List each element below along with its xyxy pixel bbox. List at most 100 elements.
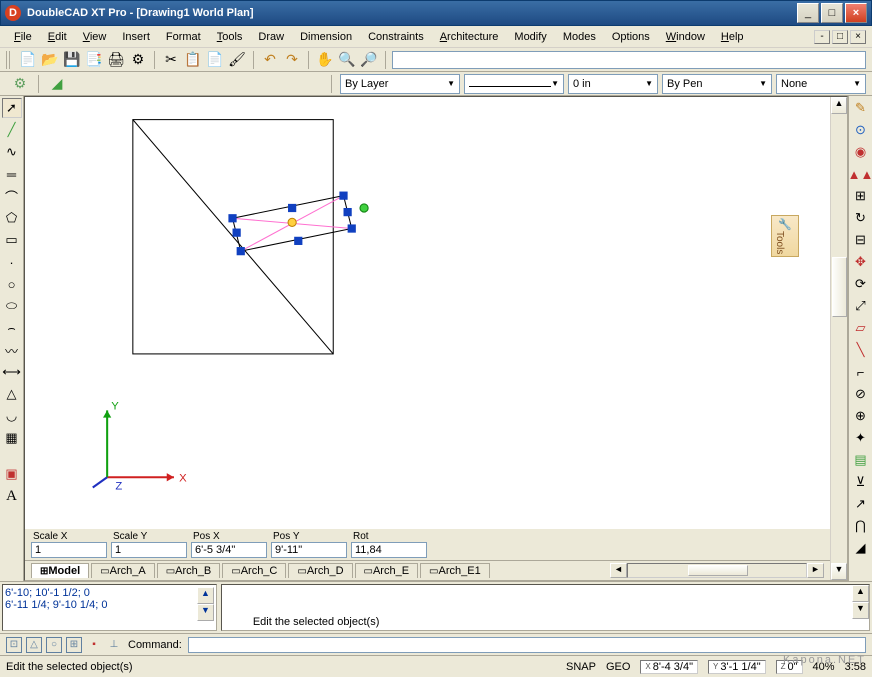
select-tool-icon[interactable]: ➚ (2, 98, 22, 118)
tab-arch-c[interactable]: ▭ Arch_C (222, 563, 286, 578)
snap-intersect-icon[interactable]: ▪ (86, 637, 102, 653)
menu-modes[interactable]: Modes (555, 29, 604, 45)
scroll-left-button[interactable]: ◄ (610, 563, 627, 578)
undo-icon[interactable]: ↶ (260, 50, 280, 70)
stretch-icon[interactable]: ▱ (851, 318, 871, 338)
edit-tool-icon[interactable]: ✎ (851, 98, 871, 118)
command-output[interactable]: ▲▼ Edit the selected object(s) or specif… (221, 584, 870, 631)
scroll-thumb[interactable] (688, 565, 748, 576)
doubleline-tool-icon[interactable]: ═ (2, 164, 22, 184)
menu-modify[interactable]: Modify (506, 29, 554, 45)
linetype-combo[interactable]: ▼ (464, 74, 564, 94)
fillet-tool-icon[interactable]: ◡ (2, 406, 22, 426)
vertical-scrollbar[interactable]: ▲ ▼ (830, 97, 847, 580)
dimension-tool-icon[interactable]: ⟷ (2, 362, 22, 382)
split-icon[interactable]: ⊘ (851, 384, 871, 404)
close-button[interactable]: × (845, 3, 867, 23)
layer-combo[interactable]: By Layer▼ (340, 74, 460, 94)
horizontal-scrollbar[interactable]: ◄ ► (610, 563, 824, 578)
copy-icon[interactable]: 📑 (84, 50, 104, 70)
menu-format[interactable]: Format (158, 29, 209, 45)
polygon-tool-icon[interactable]: ⬠ (2, 208, 22, 228)
redo-icon[interactable]: ↷ (282, 50, 302, 70)
break-icon[interactable]: ⊻ (851, 472, 871, 492)
chamfer-icon[interactable]: ⌐ (851, 362, 871, 382)
snap-center-icon[interactable]: ○ (46, 637, 62, 653)
scroll-right-button[interactable]: ► (807, 563, 824, 578)
align-icon[interactable]: ⊟ (851, 230, 871, 250)
command-input[interactable] (188, 637, 866, 653)
penstyle-combo[interactable]: By Pen▼ (662, 74, 772, 94)
extend-icon[interactable]: ↗ (851, 494, 871, 514)
rotate-icon[interactable]: ⟳ (851, 274, 871, 294)
paste-icon[interactable]: 📄 (205, 50, 225, 70)
node-edit-icon[interactable]: ⊙ (851, 120, 871, 140)
offset-icon[interactable]: ◉ (851, 142, 871, 162)
layers-icon[interactable]: ▤ (851, 450, 871, 470)
intersect-icon[interactable]: ⋂ (851, 516, 871, 536)
zoom-extents-icon[interactable]: 🔎 (359, 50, 379, 70)
mdi-restore-button[interactable]: □ (832, 30, 848, 44)
fill-combo[interactable]: None▼ (776, 74, 866, 94)
hatch-tool-icon[interactable]: ▦ (2, 428, 22, 448)
save-icon[interactable]: 💾 (62, 50, 82, 70)
history-scroll-down[interactable]: ▼ (197, 604, 214, 621)
arc-tool-icon[interactable]: ⌢ (2, 318, 22, 338)
snap-perp-icon[interactable]: ⊥ (106, 637, 122, 653)
minimize-button[interactable]: _ (797, 3, 819, 23)
move-icon[interactable]: ✥ (851, 252, 871, 272)
point-tool-icon[interactable]: · (2, 252, 22, 272)
menu-tools[interactable]: Tools (209, 29, 251, 45)
mdi-close-button[interactable]: × (850, 30, 866, 44)
menu-options[interactable]: Options (604, 29, 658, 45)
scalex-input[interactable] (31, 542, 107, 558)
settings-icon[interactable]: ⚙ (10, 74, 30, 94)
snap-toggle[interactable]: SNAP (566, 661, 596, 673)
scale-icon[interactable]: ⤢ (851, 296, 871, 316)
spline-tool-icon[interactable]: 〰 (2, 340, 22, 360)
trim-icon[interactable]: ╲ (851, 340, 871, 360)
mirror-icon[interactable]: ▲▲ (851, 164, 871, 184)
menu-view[interactable]: View (75, 29, 115, 45)
lineweight-combo[interactable]: 0 in▼ (568, 74, 658, 94)
palette-handle-icon[interactable]: 🔧 (774, 218, 796, 231)
history-list[interactable]: ▲▼ 6'-10; 10'-1 1/2; 0 6'-11 1/4; 9'-10 … (2, 584, 217, 631)
explode-icon[interactable]: ✦ (851, 428, 871, 448)
layer-icon[interactable]: ◢ (47, 74, 67, 94)
zoom-window-icon[interactable]: 🔍 (337, 50, 357, 70)
menu-edit[interactable]: Edit (40, 29, 75, 45)
menu-dimension[interactable]: Dimension (292, 29, 360, 45)
circle-tool-icon[interactable]: ○ (2, 274, 22, 294)
new-icon[interactable]: 📄 (18, 50, 38, 70)
tab-arch-a[interactable]: ▭ Arch_A (91, 563, 155, 578)
scroll-thumb[interactable] (832, 257, 847, 317)
join-icon[interactable]: ⊕ (851, 406, 871, 426)
tab-arch-b[interactable]: ▭ Arch_B (157, 563, 221, 578)
posy-input[interactable] (271, 542, 347, 558)
menu-constraints[interactable]: Constraints (360, 29, 432, 45)
print-icon[interactable]: 🖨 (106, 50, 126, 70)
snap-grid-icon[interactable]: ⊞ (66, 637, 82, 653)
scroll-track[interactable] (627, 563, 807, 578)
line-tool-icon[interactable]: ╱ (2, 120, 22, 140)
clipboard-icon[interactable]: 📋 (183, 50, 203, 70)
transform-icon[interactable]: ↻ (851, 208, 871, 228)
menu-file[interactable]: File (6, 29, 40, 45)
menu-window[interactable]: Window (658, 29, 713, 45)
viewport-tool-icon[interactable]: ▣ (2, 464, 22, 484)
menu-draw[interactable]: Draw (250, 29, 292, 45)
menu-help[interactable]: Help (713, 29, 752, 45)
convert-icon[interactable]: ◢ (851, 538, 871, 558)
ellipse-tool-icon[interactable]: ⬭ (2, 296, 22, 316)
posx-input[interactable] (191, 542, 267, 558)
snap-mid-icon[interactable]: △ (26, 637, 42, 653)
maximize-button[interactable]: □ (821, 3, 843, 23)
tab-arch-e1[interactable]: ▭ Arch_E1 (420, 563, 490, 578)
geo-toggle[interactable]: GEO (606, 661, 630, 673)
polyline-tool-icon[interactable]: ∿ (2, 142, 22, 162)
tab-model[interactable]: ⊞ Model (31, 563, 89, 578)
menu-architecture[interactable]: Architecture (432, 29, 507, 45)
rot-input[interactable] (351, 542, 427, 558)
drawing-canvas[interactable]: X Y Z ▲ ▼ 🔧 Tools Scale X Scale Y Pos X … (24, 96, 848, 581)
cmd-scroll-up[interactable]: ▲ (852, 585, 869, 602)
